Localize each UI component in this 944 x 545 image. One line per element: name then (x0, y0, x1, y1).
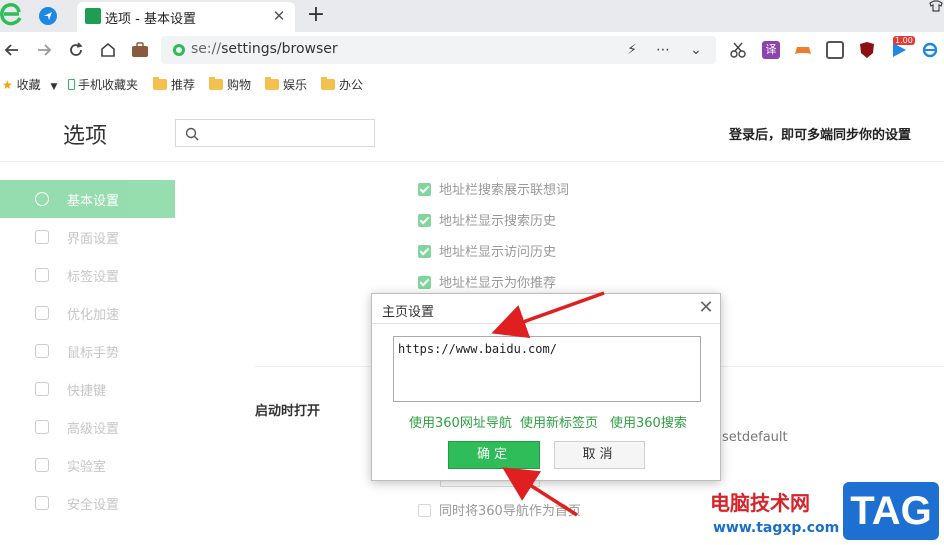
arrow-to-input (491, 291, 605, 339)
watermark-logo: TAG (843, 482, 939, 540)
watermark-url: www.tagxp.com (713, 520, 840, 536)
browser-window: 选项 - 基本设置 ✕ + se://settings/browser ⚡ ⋯ … (0, 0, 944, 545)
watermark-text: 电脑技术网 (710, 491, 810, 515)
arrow-to-ok (502, 467, 578, 517)
annotation-arrows (491, 291, 605, 517)
